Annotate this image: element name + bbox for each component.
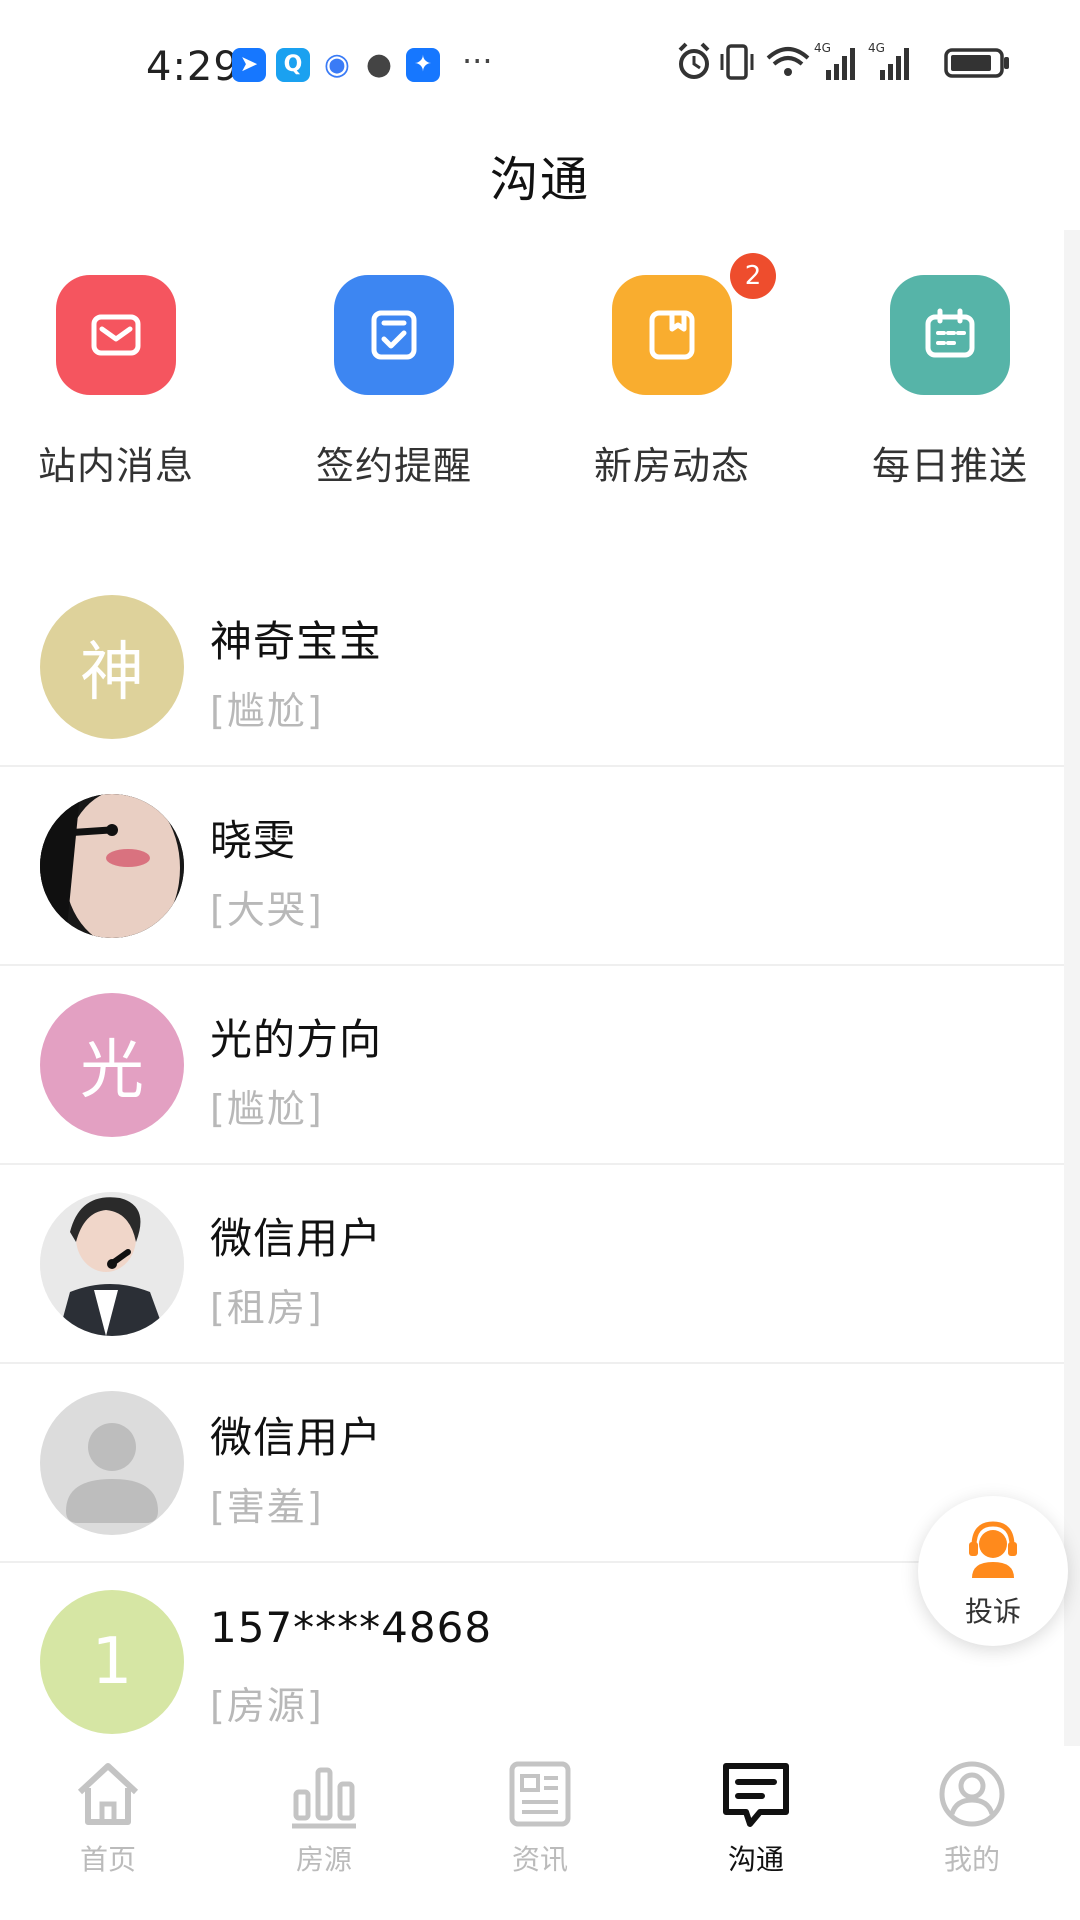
bar-chart-icon bbox=[292, 1767, 356, 1829]
tab-chat[interactable]: 沟通 bbox=[648, 1756, 864, 1878]
avatar-photo bbox=[40, 794, 184, 938]
avatar: 神 bbox=[40, 595, 184, 739]
contact-name: 微信用户 bbox=[210, 1214, 383, 1263]
svg-text:4G: 4G bbox=[814, 41, 831, 55]
calendar-icon bbox=[890, 275, 1010, 395]
notification-badge: 2 bbox=[730, 253, 776, 299]
contact-name: 光的方向 bbox=[210, 1015, 383, 1064]
customer-service-icon bbox=[969, 1521, 1017, 1578]
tab-profile[interactable]: 我的 bbox=[864, 1756, 1080, 1878]
last-message-preview: [大哭] bbox=[210, 888, 324, 932]
app-notification-icon: ➤ bbox=[232, 48, 266, 82]
bulb-app-icon: ✦ bbox=[406, 48, 440, 82]
quick-action-label: 每日推送 bbox=[871, 444, 1028, 488]
conversation-row[interactable]: 光 光的方向 [尴尬] bbox=[0, 966, 1064, 1165]
battery-icon bbox=[944, 48, 1009, 78]
tab-label: 房源 bbox=[295, 1843, 352, 1876]
bookmark-icon: 2 bbox=[612, 253, 776, 395]
profile-icon bbox=[939, 1761, 1005, 1827]
last-message-preview: [尴尬] bbox=[210, 1087, 324, 1131]
tab-label: 首页 bbox=[79, 1843, 136, 1876]
quick-actions: 站内消息 签约提醒 2 新房动态 每日推送 bbox=[0, 253, 1080, 505]
tab-label: 沟通 bbox=[727, 1843, 784, 1876]
contact-name: 微信用户 bbox=[210, 1413, 383, 1462]
quick-action-inbox[interactable]: 站内消息 bbox=[0, 275, 246, 490]
tab-label: 我的 bbox=[943, 1843, 1000, 1876]
bottom-tab-bar: 首页 房源 资讯 沟通 我的 bbox=[0, 1746, 1080, 1920]
default-avatar-icon bbox=[40, 1391, 184, 1535]
quick-action-label: 新房动态 bbox=[593, 444, 750, 488]
wifi-icon bbox=[766, 47, 810, 76]
search-app-icon: Q bbox=[276, 48, 310, 82]
last-message-preview: [房源] bbox=[210, 1684, 324, 1728]
contact-name: 157****4868 bbox=[210, 1603, 493, 1652]
avatar: 光 bbox=[40, 993, 184, 1137]
complaint-label: 投诉 bbox=[964, 1595, 1021, 1628]
avatar bbox=[40, 794, 184, 938]
conversation-row[interactable]: 1 157****4868 [房源] bbox=[0, 1563, 1064, 1762]
home-icon bbox=[77, 1763, 139, 1825]
conversation-list: 神 神奇宝宝 [尴尬] 晓雯 [大哭] 光 光的方向 [尴尬] 微信用户 [租房… bbox=[0, 568, 1064, 1762]
conversation-row[interactable]: 晓雯 [大哭] bbox=[0, 767, 1064, 966]
chat-page: 4:29 ➤ Q ◉ ● ✦ ··· 4G 4G 沟通 站内消息 签约提醒 2 … bbox=[0, 0, 1080, 1920]
last-message-preview: [尴尬] bbox=[210, 689, 324, 733]
conversation-row[interactable]: 神 神奇宝宝 [尴尬] bbox=[0, 568, 1064, 767]
avatar-initial: 光 bbox=[80, 1034, 144, 1108]
contact-name: 神奇宝宝 bbox=[210, 617, 383, 666]
avatar-initial: 1 bbox=[91, 1625, 133, 1699]
status-bar: 4:29 ➤ Q ◉ ● ✦ ··· 4G 4G bbox=[0, 0, 1080, 130]
avatar-initial: 神 bbox=[80, 636, 144, 710]
checklist-icon bbox=[334, 275, 454, 395]
tab-home[interactable]: 首页 bbox=[0, 1756, 216, 1878]
vibrate-icon bbox=[720, 44, 754, 80]
quick-action-contract-reminder[interactable]: 签约提醒 bbox=[264, 275, 524, 490]
last-message-preview: [租房] bbox=[210, 1286, 324, 1330]
page-title: 沟通 bbox=[489, 152, 590, 208]
more-notifications-icon: ··· bbox=[462, 42, 493, 80]
quick-action-daily-push[interactable]: 每日推送 bbox=[820, 275, 1080, 490]
avatar: 1 bbox=[40, 1590, 184, 1734]
avatar-photo bbox=[40, 1192, 184, 1336]
chat-icon bbox=[723, 1763, 789, 1827]
tab-news[interactable]: 资讯 bbox=[432, 1756, 648, 1878]
news-icon bbox=[509, 1761, 571, 1827]
last-message-preview: [害羞] bbox=[210, 1485, 324, 1529]
avatar bbox=[40, 1192, 184, 1336]
mail-icon bbox=[56, 275, 176, 395]
quick-action-label: 站内消息 bbox=[37, 444, 194, 488]
tab-label: 资讯 bbox=[511, 1843, 568, 1876]
quick-action-label: 签约提醒 bbox=[315, 444, 472, 488]
browser-icon: ◉ bbox=[320, 48, 354, 82]
tab-listings[interactable]: 房源 bbox=[216, 1756, 432, 1878]
contact-name: 晓雯 bbox=[210, 816, 297, 865]
status-time: 4:29 bbox=[146, 44, 240, 90]
quick-action-new-house[interactable]: 2 新房动态 bbox=[542, 253, 802, 490]
alarm-icon bbox=[678, 42, 710, 79]
message-icon: ● bbox=[362, 48, 396, 82]
svg-text:4G: 4G bbox=[868, 41, 885, 55]
complaint-button[interactable]: 投诉 bbox=[918, 1496, 1068, 1646]
conversation-row[interactable]: 微信用户 [租房] bbox=[0, 1165, 1064, 1364]
conversation-row[interactable]: 微信用户 [害羞] bbox=[0, 1364, 1064, 1563]
status-right-icons: 4G 4G bbox=[678, 41, 1009, 80]
